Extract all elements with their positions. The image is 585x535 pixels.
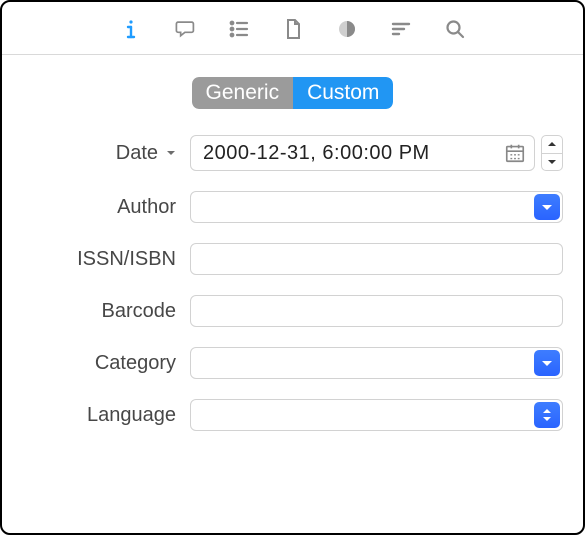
row-issn: ISSN/ISBN <box>22 243 563 275</box>
row-category: Category <box>22 347 563 379</box>
outline-icon[interactable] <box>226 16 252 42</box>
language-label: Language <box>87 404 176 427</box>
category-dropdown-button[interactable] <box>534 350 560 376</box>
date-stepper[interactable] <box>541 135 563 171</box>
stepper-down[interactable] <box>542 154 562 171</box>
segmented-control: Generic Custom <box>2 77 583 109</box>
category-combo[interactable] <box>190 347 563 379</box>
comment-icon[interactable] <box>172 16 198 42</box>
info-icon[interactable] <box>118 16 144 42</box>
author-label: Author <box>117 196 176 219</box>
barcode-input[interactable] <box>190 295 563 327</box>
search-icon[interactable] <box>442 16 468 42</box>
row-author: Author <box>22 191 563 223</box>
chevron-down-icon[interactable] <box>166 148 176 158</box>
author-dropdown-button[interactable] <box>534 194 560 220</box>
date-input[interactable]: 2000-12-31, 6:00:00 PM <box>190 135 535 171</box>
row-language: Language <box>22 399 563 431</box>
barcode-label: Barcode <box>102 300 177 323</box>
toolbar <box>2 2 583 55</box>
issn-input[interactable] <box>190 243 563 275</box>
row-barcode: Barcode <box>22 295 563 327</box>
calendar-icon[interactable] <box>504 142 526 164</box>
language-popup-button[interactable] <box>534 402 560 428</box>
tab-custom[interactable]: Custom <box>293 77 393 109</box>
issn-label: ISSN/ISBN <box>77 248 176 271</box>
moon-icon[interactable] <box>334 16 360 42</box>
row-date: Date 2000-12-31, 6:00:00 PM <box>22 135 563 171</box>
metadata-form: Date 2000-12-31, 6:00:00 PM Author <box>2 135 583 431</box>
filter-lines-icon[interactable] <box>388 16 414 42</box>
tab-generic[interactable]: Generic <box>192 77 294 109</box>
author-combo[interactable] <box>190 191 563 223</box>
stepper-up[interactable] <box>542 136 562 154</box>
language-combo[interactable] <box>190 399 563 431</box>
date-label: Date <box>116 142 158 165</box>
document-icon[interactable] <box>280 16 306 42</box>
category-label: Category <box>95 352 176 375</box>
date-value: 2000-12-31, 6:00:00 PM <box>203 142 498 165</box>
